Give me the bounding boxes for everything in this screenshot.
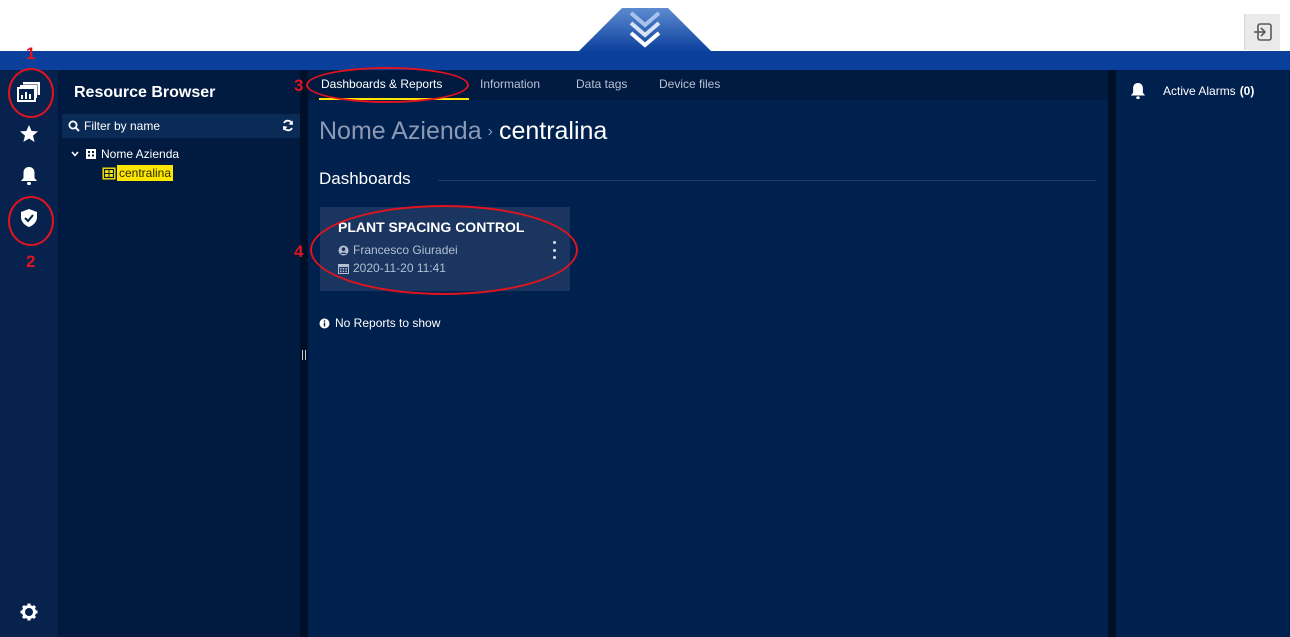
kebab-dot [552,248,556,252]
dashboard-date: 2020-11-20 11:41 [353,261,446,275]
active-alarms-header[interactable]: Active Alarms (0) [1130,82,1254,100]
refresh-icon[interactable] [282,119,294,132]
main-panel: Dashboards & Reports Information Data ta… [308,70,1108,637]
tree-node-device-label: centralina [117,165,174,181]
gear-icon [20,603,38,621]
tab-data-tags[interactable]: Data tags [576,77,627,91]
panel-splitter[interactable] [300,70,308,637]
tab-information[interactable]: Information [480,77,540,91]
shield-check-icon [21,209,37,227]
breadcrumb: Nome Azienda › centralina [319,117,607,146]
dashboard-menu-button[interactable] [548,241,560,259]
breadcrumb-current: centralina [498,117,608,145]
top-bar-stripe [0,51,1290,70]
annotation-number-3: 3 [294,76,304,95]
tab-dashboards-reports[interactable]: Dashboards & Reports [321,77,442,91]
rail-favorites[interactable] [4,114,54,154]
logout-button[interactable] [1244,14,1280,50]
device-icon [102,167,116,179]
tree-node-company[interactable]: Nome Azienda [70,147,179,161]
filter-row [62,114,300,138]
active-alarms-label: Active Alarms [1163,84,1236,98]
bell-icon [21,167,37,185]
building-icon [86,149,96,159]
breadcrumb-separator: › [487,123,493,140]
right-divider [1108,70,1116,637]
kebab-dot [552,241,556,244]
dashboards-heading: Dashboards [319,169,411,188]
active-alarms-count: (0) [1239,84,1255,98]
breadcrumb-parent[interactable]: Nome Azienda [319,117,482,145]
annotation-number-1: 1 [26,44,36,63]
tabs-bar: Dashboards & Reports Information Data ta… [308,70,1108,100]
filter-input[interactable] [84,118,274,134]
bell-icon [1130,83,1146,99]
chevron-down-icon [71,151,79,157]
dashboard-title: PLANT SPACING CONTROL [338,219,525,235]
splitter-grip [302,350,306,360]
alarms-panel: Active Alarms (0) [1116,70,1290,637]
dashboard-card[interactable]: PLANT SPACING CONTROL Francesco Giuradei… [320,207,570,291]
rail-security[interactable] [4,198,54,238]
side-rail [0,70,58,637]
info-icon [319,318,330,328]
kebab-dot [552,256,556,259]
star-icon [20,125,38,142]
search-icon [68,120,80,132]
rail-alarms[interactable] [4,156,54,196]
annotation-number-4: 4 [294,242,304,261]
tree-node-device[interactable]: centralina [102,165,174,181]
double-chevron-down-icon [629,11,661,48]
annotation-number-2: 2 [26,252,36,271]
dashboard-date-row: 2020-11-20 11:41 [338,261,446,275]
dashboard-author-row: Francesco Giuradei [338,243,458,257]
browser-title: Resource Browser [74,84,216,101]
user-circle-icon [338,245,349,255]
dashboard-author: Francesco Giuradei [353,243,458,257]
no-reports-message: No Reports to show [319,316,440,330]
logout-icon [1253,23,1272,41]
tree-node-company-label: Nome Azienda [101,147,180,161]
resource-browser-panel: Resource Browser Nome Azienda [62,70,300,637]
no-reports-text: No Reports to show [335,316,441,330]
active-tab-indicator [319,98,469,100]
tab-device-files[interactable]: Device files [659,77,720,91]
collapse-header-button[interactable] [613,6,677,52]
rail-resource-browser[interactable] [4,72,54,112]
resource-browser-icon [17,82,40,102]
section-divider [438,180,1096,181]
rail-settings[interactable] [4,592,54,632]
calendar-icon [338,263,349,274]
